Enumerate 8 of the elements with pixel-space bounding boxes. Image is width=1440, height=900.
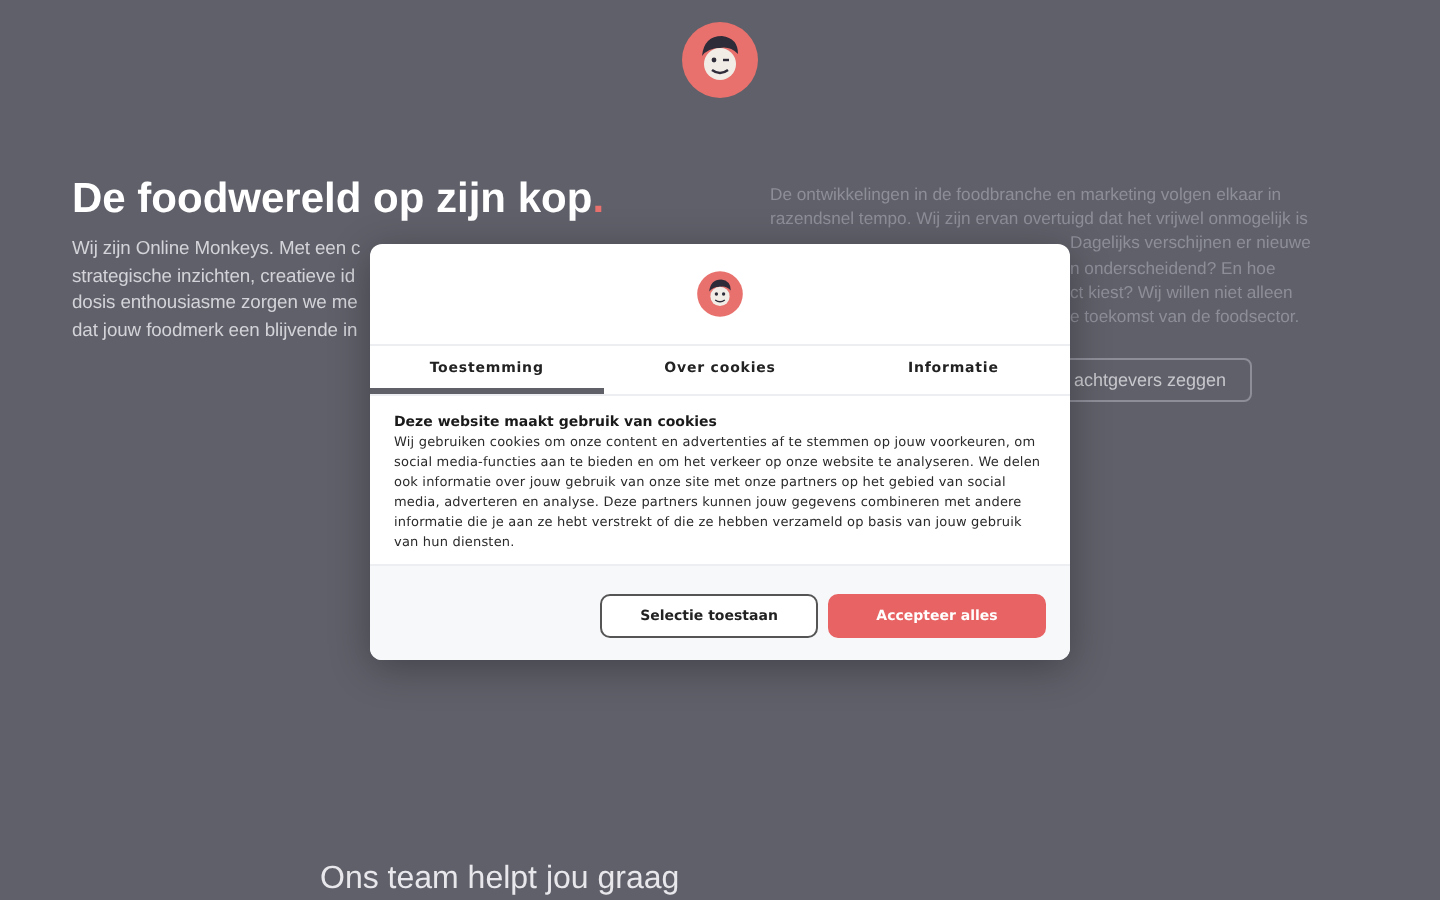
intro-text: dosis enthousiasme zorgen we me: [72, 288, 360, 317]
intro-text: strategische inzichten, creatieve id: [72, 261, 358, 289]
monkey-face-icon[interactable]: [680, 20, 760, 100]
intro-text: Wij zijn Online Monkeys. Met een c: [72, 234, 363, 262]
section-heading: Ons team helpt jou graag: [318, 862, 682, 898]
monkey-face-icon: [696, 270, 744, 318]
intro-text: dat jouw foodmerk een blijvende in: [72, 316, 360, 344]
headline: De foodwereld op zijn kop.: [72, 176, 607, 224]
